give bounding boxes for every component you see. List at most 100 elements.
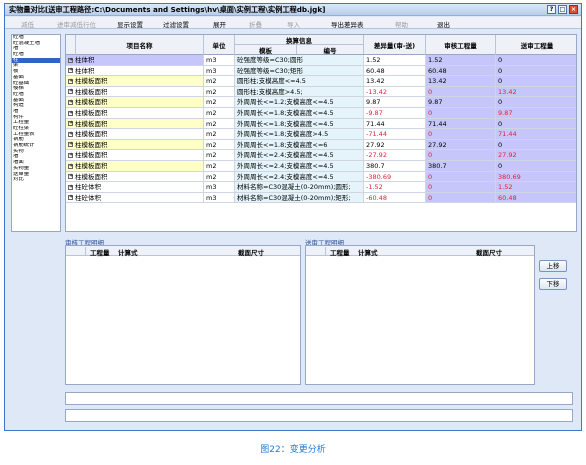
table-row[interactable]: + 柱模板面积 m2 外周周长<=1.8;支模高度<=6 27.92 27.92 0: [66, 139, 576, 151]
cell-diff: -27.92: [364, 150, 426, 160]
expand-icon[interactable]: +: [68, 163, 73, 169]
cell-diff: 71.44: [364, 118, 426, 129]
cell-unit: m3: [204, 55, 235, 65]
toolbar-item[interactable]: 导出差异表: [331, 19, 364, 29]
cell-template: 外周周长<=1.2;支模高度<=4.5: [235, 97, 364, 107]
move-up-button[interactable]: 上移: [539, 260, 567, 272]
cell-unit: m2: [204, 171, 235, 182]
table-row[interactable]: + 柱模板面积 m2 外周周长<=1.8;支模高度<=4.5 -9.87 0 9.87: [66, 108, 576, 119]
expand-icon[interactable]: +: [68, 174, 73, 180]
toolbar-item[interactable]: 展开: [213, 19, 226, 29]
left-tree[interactable]: 砼墙 砼混凝土墙墙砼墙柱梁板基础 砼基础 楼梯 砼墙 基础 构造墙构件 工程量 砼柱梁 工程量表钢…: [11, 34, 61, 232]
expand-icon[interactable]: +: [68, 142, 73, 148]
toolbar-item[interactable]: 帮助: [395, 19, 408, 29]
sent-detail-col-qty[interactable]: 工程量: [330, 247, 350, 257]
header-calc-info: 换算信息: [235, 35, 364, 45]
header-code[interactable]: 编号: [297, 45, 364, 55]
toolbar-item[interactable]: 过滤设置: [163, 19, 189, 29]
toolbar-item[interactable]: 导入: [287, 19, 300, 29]
row-name-text: 柱模板面积: [75, 98, 108, 107]
status-bar-top: [65, 392, 573, 405]
expand-icon[interactable]: +: [68, 57, 73, 63]
header-diff[interactable]: 差异量(审-送): [364, 35, 426, 55]
cell-sent: 0: [496, 65, 576, 76]
cell-diff: -1.52: [364, 182, 426, 192]
table-row[interactable]: + 柱砼体积 m3 材料名称=C30混凝土(0-20mm);圆形; -1.52 0 1.52: [66, 182, 576, 193]
maximize-icon[interactable]: □: [558, 5, 567, 14]
sent-detail-panel: 工程量 计算式 截面尺寸: [305, 245, 535, 385]
comparison-table: 项目名称 单位 换算信息 模板 编号 差异量(审-送) 审核工程量 送审工程量 …: [65, 34, 577, 232]
move-down-button[interactable]: 下移: [539, 278, 567, 290]
table-row[interactable]: + 柱体积 m3 砼强度等级=C30;矩形 60.48 60.48 0: [66, 65, 576, 77]
cell-unit: m2: [204, 86, 235, 97]
header-audit[interactable]: 审核工程量: [426, 35, 496, 55]
expand-icon[interactable]: +: [68, 184, 73, 190]
cell-diff: -380.69: [364, 171, 426, 182]
cell-unit: m2: [204, 161, 235, 171]
row-name-text: 柱砼体积: [75, 183, 101, 192]
row-name-text: 柱模板面积: [75, 77, 108, 86]
cell-sent: 0: [496, 55, 576, 65]
cell-audit: 13.42: [426, 76, 496, 86]
cell-template: 外周周长<=2.4;支模高度<=4.5: [235, 161, 364, 171]
table-row[interactable]: + 柱模板面积 m2 外周周长<=1.8;支模高度<=4.5 71.44 71.44 0: [66, 118, 576, 130]
cell-diff: 380.7: [364, 161, 426, 171]
cell-sent: 0: [496, 97, 576, 107]
cell-diff: 1.52: [364, 55, 426, 65]
table-row[interactable]: + 柱砼体积 m3 材料名称=C30混凝土(0-20mm);矩形; -60.48 0 60.…: [66, 192, 576, 204]
audit-detail-col-qty[interactable]: 工程量: [90, 247, 110, 257]
toolbar-item[interactable]: 减低: [21, 19, 34, 29]
header-unit[interactable]: 单位: [204, 35, 235, 55]
figure-caption: 图22：变更分析: [260, 445, 326, 455]
cell-sent: 1.52: [496, 182, 576, 192]
cell-diff: -9.87: [364, 108, 426, 118]
tree-item[interactable]: [12, 228, 60, 231]
cell-template: 外周周长<=1.8;支模高度>4.5: [235, 129, 364, 139]
table-row[interactable]: + 柱模板面积 m2 外周周长<=2.4;支模高度<=4.5 380.7 380.7 0: [66, 161, 576, 172]
table-row[interactable]: + 柱模板面积 m2 外周周长<=2.4;支模高度<=4.5 -27.92 0 27.92: [66, 150, 576, 161]
audit-detail-col-section[interactable]: 截面尺寸: [238, 247, 264, 257]
expand-icon[interactable]: +: [68, 68, 73, 74]
table-row[interactable]: + 柱模板面积 m2 圆形柱;支模高度<=4.5 13.42 13.42 0: [66, 76, 576, 87]
header-name[interactable]: 项目名称: [76, 35, 204, 55]
sent-detail-col-section[interactable]: 截面尺寸: [476, 247, 502, 257]
cell-sent: 71.44: [496, 129, 576, 139]
expand-icon[interactable]: +: [68, 131, 73, 137]
toolbar-item[interactable]: 退出: [437, 19, 450, 29]
header-spacer: [66, 35, 76, 55]
sent-detail-col-formula[interactable]: 计算式: [358, 247, 378, 257]
cell-audit: 9.87: [426, 97, 496, 107]
expand-icon[interactable]: +: [68, 110, 73, 116]
expand-icon[interactable]: +: [68, 195, 73, 201]
table-row[interactable]: + 柱模板面积 m2 外周周长<=2.4;支模高度<=4.5 -380.69 0 380.6…: [66, 171, 576, 183]
help-icon[interactable]: ?: [547, 5, 556, 14]
header-template[interactable]: 模板: [235, 45, 297, 55]
close-icon[interactable]: ×: [569, 5, 578, 14]
expand-icon[interactable]: +: [68, 121, 73, 127]
cell-audit: 0: [426, 150, 496, 160]
expand-icon[interactable]: +: [68, 78, 73, 84]
toolbar-item[interactable]: 进审减低行位: [57, 19, 96, 29]
cell-template: 圆形柱;支模高度<=4.5: [235, 76, 364, 86]
table-row[interactable]: + 柱模板面积 m2 外周周长<=1.2;支模高度<=4.5 9.87 9.87 0: [66, 97, 576, 108]
cell-name: + 柱体积: [66, 55, 204, 65]
cell-audit: 71.44: [426, 118, 496, 129]
cell-unit: m2: [204, 97, 235, 107]
sent-detail-header: 工程量 计算式 截面尺寸: [306, 246, 534, 257]
toolbar-item[interactable]: 显示设置: [117, 19, 143, 29]
cell-sent: 0: [496, 118, 576, 129]
expand-icon[interactable]: +: [68, 89, 73, 95]
header-sent[interactable]: 送审工程量: [496, 35, 576, 55]
cell-template: 外周周长<=2.4;支模高度<=4.5: [235, 150, 364, 160]
cell-audit: 60.48: [426, 65, 496, 76]
audit-detail-col-formula[interactable]: 计算式: [118, 247, 138, 257]
cell-name: + 柱模板面积: [66, 161, 204, 171]
expand-icon[interactable]: +: [68, 152, 73, 158]
window-title: 实物量对比[送审工程路径:C:\Documents and Settings\h…: [9, 5, 326, 14]
table-row[interactable]: + 柱模板面积 m2 圆形柱;支模高度>4.5; -13.42 0 13.42: [66, 86, 576, 98]
table-row[interactable]: + 柱体积 m3 砼强度等级=C30;圆形 1.52 1.52 0: [66, 55, 576, 66]
table-row[interactable]: + 柱模板面积 m2 外周周长<=1.8;支模高度>4.5 -71.44 0 71.44: [66, 129, 576, 140]
expand-icon[interactable]: +: [68, 99, 73, 105]
cell-name: + 柱模板面积: [66, 150, 204, 160]
toolbar-item[interactable]: 折叠: [249, 19, 262, 29]
